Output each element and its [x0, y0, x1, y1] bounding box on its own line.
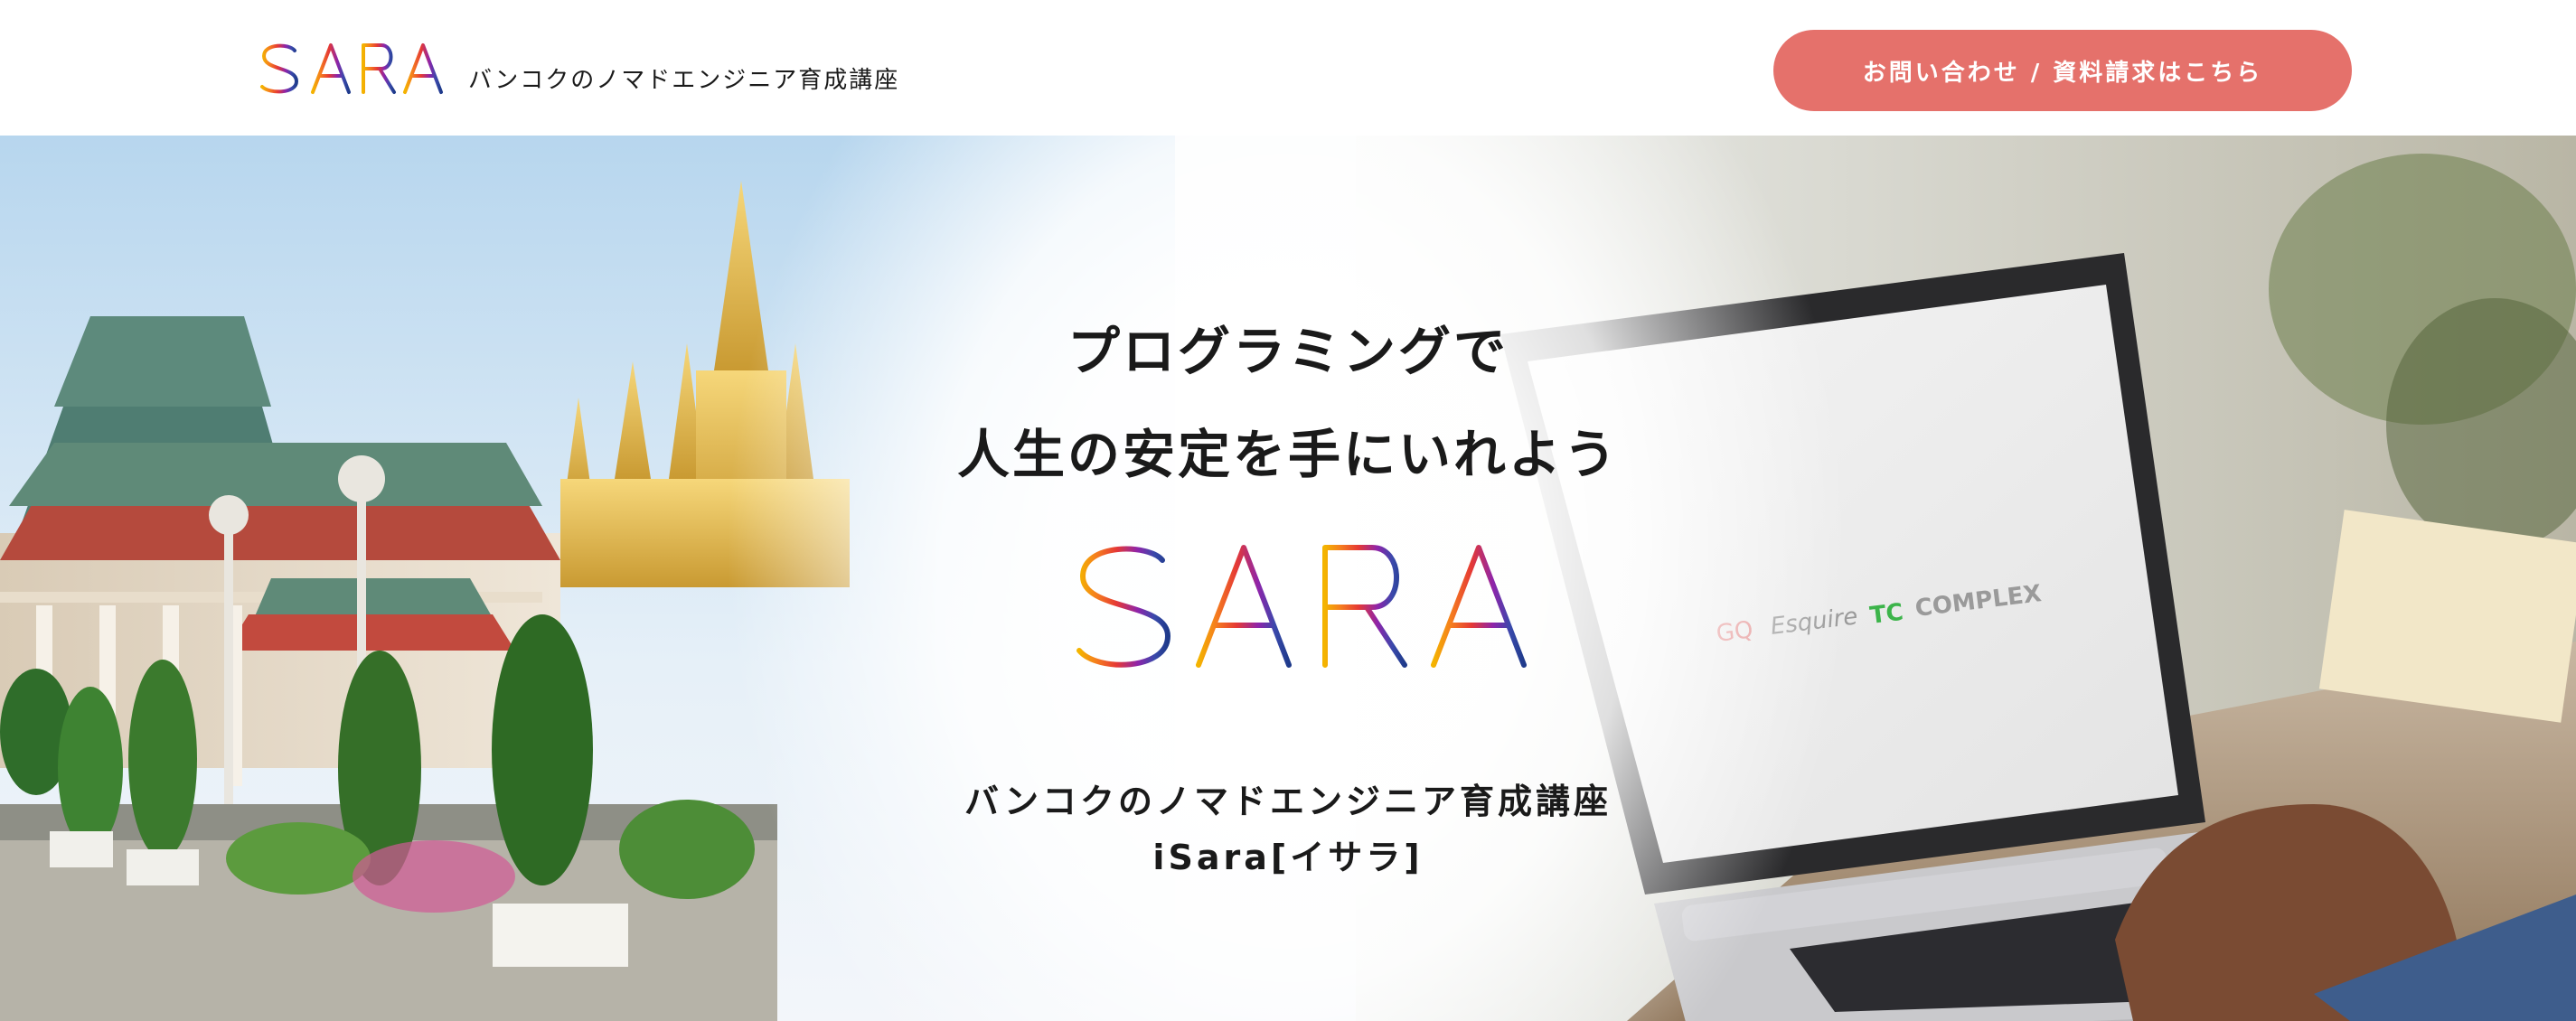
- isara-logo: [242, 43, 443, 94]
- hero-section: GQ Esquire TC COMPLEX プログラミングで 人生の安定を手にい…: [0, 136, 2576, 1021]
- isara-hero-logo: [1033, 543, 1527, 668]
- hero-subtitle-line1: バンコクのノマドエンジニア育成講座: [964, 782, 1612, 821]
- hero-subtitle-line2: iSara[イサラ]: [1152, 838, 1424, 877]
- hero-headline-line1: プログラミングで: [1067, 321, 1509, 382]
- brand-logo-link[interactable]: [237, 38, 454, 98]
- header-tagline: バンコクのノマドエンジニア育成講座: [468, 67, 900, 94]
- contact-request-button[interactable]: お問い合わせ / 資料請求はこちら: [1773, 30, 2352, 111]
- site-header: バンコクのノマドエンジニア育成講座 お問い合わせ / 資料請求はこちら: [0, 0, 2576, 136]
- hero-headline-line2: 人生の安定を手にいれよう: [956, 424, 1619, 485]
- hero-copy: プログラミングで 人生の安定を手にいれよう バンコクのノマドエンジニア育成講座 …: [0, 136, 2576, 1021]
